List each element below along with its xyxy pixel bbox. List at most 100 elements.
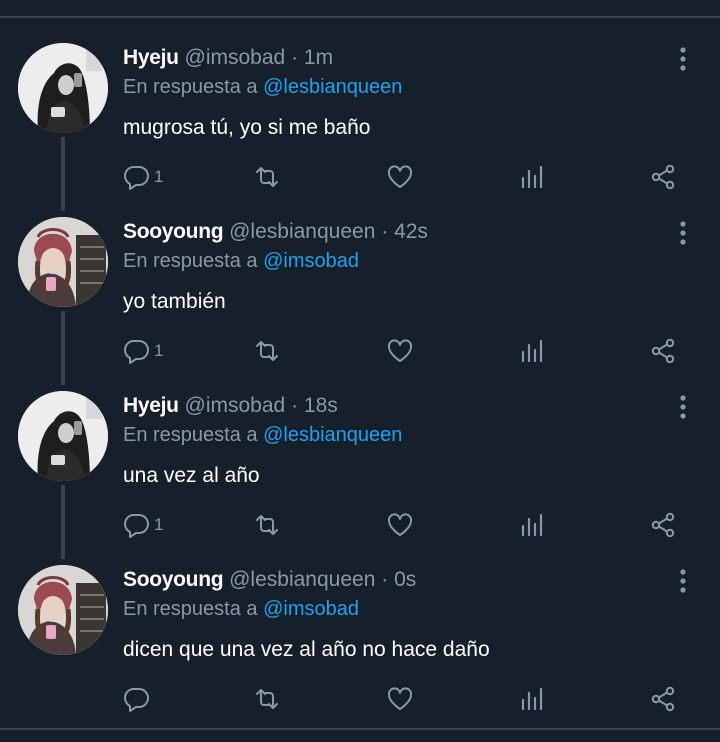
- tweet-actions: 1: [0, 334, 720, 368]
- username[interactable]: @lesbianqueen: [229, 220, 375, 243]
- tweet[interactable]: Hyeju @imsobad · 1m En respuesta a @lesb…: [0, 18, 720, 192]
- retweet-button[interactable]: [253, 334, 281, 368]
- reply-mention-link[interactable]: @lesbianqueen: [263, 424, 402, 446]
- more-icon: [680, 221, 686, 245]
- display-name[interactable]: Sooyoung: [123, 568, 224, 591]
- more-icon: [680, 395, 686, 419]
- share-icon: [651, 338, 675, 364]
- share-icon: [651, 164, 675, 190]
- share-button[interactable]: [649, 508, 677, 542]
- tweet-header: Sooyoung @lesbianqueen · 0s: [123, 568, 416, 592]
- display-name[interactable]: Hyeju: [123, 46, 179, 69]
- reply-count: 1: [154, 515, 164, 534]
- analytics-button[interactable]: [518, 334, 546, 368]
- avatar[interactable]: [18, 565, 108, 655]
- retweet-icon: [256, 167, 278, 187]
- retweet-icon: [256, 689, 278, 709]
- tweet-actions: 1: [0, 508, 720, 542]
- tweet-text: una vez al año: [123, 464, 260, 487]
- username[interactable]: @lesbianqueen: [229, 568, 375, 591]
- timestamp[interactable]: 18s: [304, 394, 338, 417]
- separator: ·: [291, 46, 299, 69]
- retweet-button[interactable]: [253, 160, 281, 194]
- avatar[interactable]: [18, 217, 108, 307]
- more-options-button[interactable]: [672, 394, 694, 420]
- more-icon: [680, 569, 686, 593]
- reply-mention-link[interactable]: @imsobad: [263, 250, 359, 272]
- tweet-actions: 1: [0, 160, 720, 194]
- retweet-icon: [256, 515, 278, 535]
- reply-mention-link[interactable]: @imsobad: [263, 598, 359, 620]
- tweet-text: dicen que una vez al año no hace daño: [123, 638, 490, 661]
- analytics-icon: [521, 687, 543, 711]
- reply-button[interactable]: 1: [122, 160, 163, 194]
- reply-button[interactable]: 1: [122, 508, 163, 542]
- avatar-hyeju: [18, 391, 108, 481]
- analytics-icon: [521, 339, 543, 363]
- separator: ·: [381, 220, 389, 243]
- reply-context: En respuesta a @imsobad: [123, 598, 359, 621]
- username[interactable]: @imsobad: [185, 394, 286, 417]
- like-button[interactable]: [386, 160, 414, 194]
- analytics-button[interactable]: [518, 508, 546, 542]
- more-options-button[interactable]: [672, 568, 694, 594]
- tweet[interactable]: Hyeju @imsobad · 18s En respuesta a @les…: [0, 366, 720, 540]
- reply-context: En respuesta a @lesbianqueen: [123, 424, 402, 447]
- share-button[interactable]: [649, 160, 677, 194]
- like-button[interactable]: [386, 682, 414, 716]
- avatar-sooyoung: [18, 217, 108, 307]
- reply-context: En respuesta a @lesbianqueen: [123, 76, 402, 99]
- more-icon: [680, 47, 686, 71]
- more-options-button[interactable]: [672, 46, 694, 72]
- timestamp[interactable]: 1m: [304, 46, 333, 69]
- more-options-button[interactable]: [672, 220, 694, 246]
- share-button[interactable]: [649, 334, 677, 368]
- reply-icon: [124, 688, 149, 712]
- tweet[interactable]: Sooyoung @lesbianqueen · 0s En respuesta…: [0, 540, 720, 714]
- avatar-hyeju: [18, 43, 108, 133]
- analytics-button[interactable]: [518, 682, 546, 716]
- display-name[interactable]: Sooyoung: [123, 220, 224, 243]
- tweet-header: Hyeju @imsobad · 1m: [123, 46, 333, 70]
- share-icon: [651, 512, 675, 538]
- like-icon: [387, 687, 413, 710]
- reply-prefix: En respuesta a: [123, 250, 258, 272]
- retweet-button[interactable]: [253, 508, 281, 542]
- retweet-icon: [256, 341, 278, 361]
- reply-mention-link[interactable]: @lesbianqueen: [263, 76, 402, 98]
- reply-prefix: En respuesta a: [123, 76, 258, 98]
- avatar[interactable]: [18, 391, 108, 481]
- separator: ·: [381, 568, 389, 591]
- reply-count: 1: [154, 167, 164, 186]
- bottom-divider: [0, 728, 720, 730]
- display-name[interactable]: Hyeju: [123, 394, 179, 417]
- avatar-sooyoung: [18, 565, 108, 655]
- reply-button[interactable]: 1: [122, 334, 163, 368]
- tweet-actions: [0, 682, 720, 716]
- retweet-button[interactable]: [253, 682, 281, 716]
- username[interactable]: @imsobad: [185, 46, 286, 69]
- tweet-header: Hyeju @imsobad · 18s: [123, 394, 338, 418]
- reply-icon: [124, 340, 149, 364]
- reply-prefix: En respuesta a: [123, 598, 258, 620]
- timestamp[interactable]: 42s: [394, 220, 428, 243]
- reply-button[interactable]: [122, 682, 154, 716]
- reply-count: 1: [154, 341, 164, 360]
- like-icon: [387, 513, 413, 536]
- timestamp[interactable]: 0s: [394, 568, 416, 591]
- reply-icon: [124, 514, 149, 538]
- separator: ·: [291, 394, 299, 417]
- avatar[interactable]: [18, 43, 108, 133]
- share-button[interactable]: [649, 682, 677, 716]
- analytics-icon: [521, 165, 543, 189]
- like-icon: [387, 165, 413, 188]
- like-button[interactable]: [386, 508, 414, 542]
- like-icon: [387, 339, 413, 362]
- reply-context: En respuesta a @imsobad: [123, 250, 359, 273]
- share-icon: [651, 686, 675, 712]
- analytics-button[interactable]: [518, 160, 546, 194]
- like-button[interactable]: [386, 334, 414, 368]
- tweet[interactable]: Sooyoung @lesbianqueen · 42s En respuest…: [0, 192, 720, 366]
- analytics-icon: [521, 513, 543, 537]
- tweet-text: yo también: [123, 290, 226, 313]
